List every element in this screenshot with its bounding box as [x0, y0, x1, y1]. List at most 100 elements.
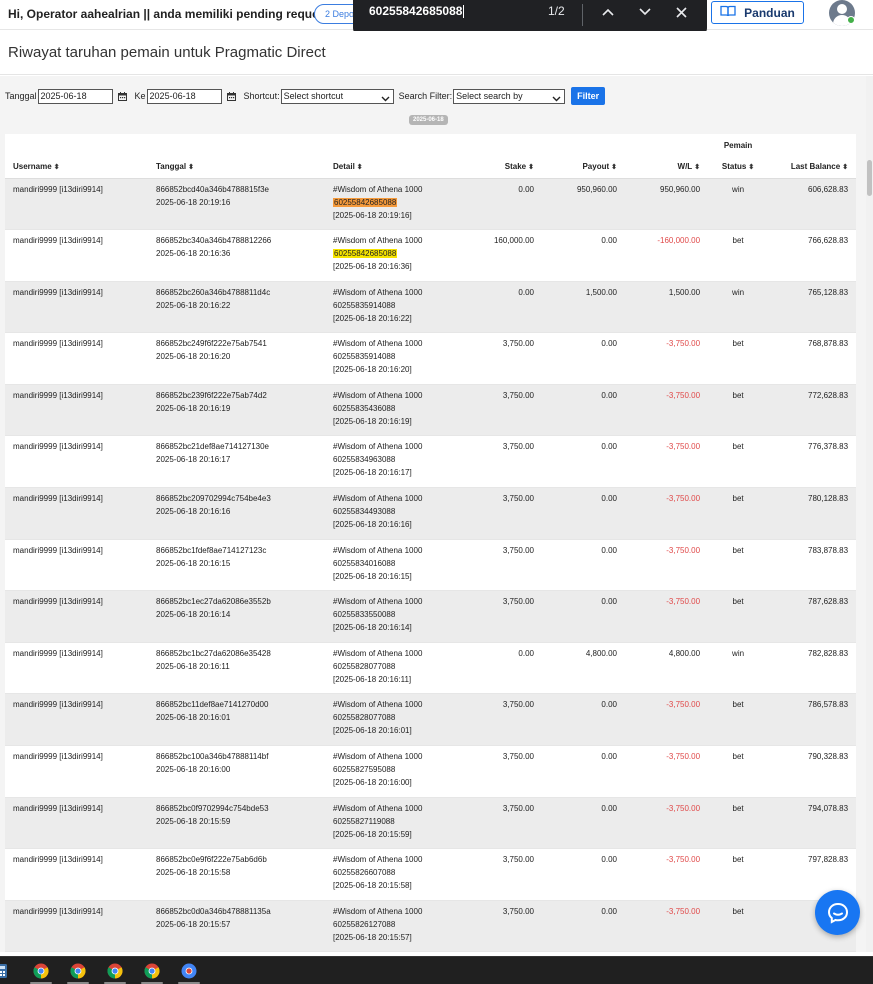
- detail-cell: #Wisdom of Athena 1000 60255842685088 [202…: [325, 178, 465, 231]
- game-name: #Wisdom of Athena 1000: [333, 494, 423, 504]
- round-id[interactable]: 60255827119088: [333, 817, 395, 826]
- chrome-icon[interactable]: [33, 963, 49, 979]
- transaction-date: 2025-06-18 20:16:36: [156, 249, 231, 259]
- to-date-input[interactable]: 2025-06-18: [146, 88, 222, 104]
- last-balance-cell: 787,628.83: [768, 590, 857, 643]
- find-query-text: 60255842685088: [369, 4, 463, 18]
- win-loss-cell: -3,750.00: [625, 590, 709, 643]
- find-input[interactable]: 60255842685088: [369, 4, 465, 19]
- game-name: #Wisdom of Athena 1000: [333, 906, 423, 916]
- round-id[interactable]: 60255835914088: [333, 301, 395, 310]
- win-loss-cell: -3,750.00: [625, 435, 709, 489]
- last-balance-cell: 765,128.83: [768, 281, 857, 334]
- col-payout-header[interactable]: Payout ⬍: [542, 156, 625, 179]
- os-taskbar: [0, 956, 873, 984]
- column-header-label: Stake: [504, 162, 527, 172]
- sort-icon[interactable]: ⬍: [748, 164, 754, 171]
- username-cell: mandiri9999 [i13diri9914]: [5, 281, 148, 334]
- round-id[interactable]: 60255834493088: [333, 507, 395, 516]
- round-id[interactable]: 60255826607088: [333, 868, 395, 877]
- username-cell: mandiri9999 [i13diri9914]: [5, 229, 148, 282]
- sort-icon[interactable]: ⬍: [188, 164, 194, 171]
- filter-button[interactable]: Filter: [571, 87, 606, 105]
- chat-icon[interactable]: [815, 890, 860, 935]
- sort-icon[interactable]: ⬍: [611, 164, 617, 171]
- payout-cell: 0.00: [542, 539, 625, 592]
- transaction-date: 2025-06-18 20:16:22: [156, 300, 231, 310]
- sort-icon[interactable]: ⬍: [694, 164, 700, 171]
- payout-cell: 950,960.00: [542, 178, 625, 231]
- detail-cell: #Wisdom of Athena 1000 60255828077088 [202…: [325, 642, 465, 695]
- table-row: mandiri9999 [i13diri9914] 866852bcd40a346…: [5, 178, 857, 231]
- col-stake-header[interactable]: Stake ⬍: [465, 156, 542, 179]
- transaction-date: 2025-06-18 20:16:15: [156, 558, 231, 568]
- transaction-id: 866852bc1fdef8ae714127123c: [156, 545, 267, 555]
- col-last-balance-header[interactable]: Last Balance ⬍: [768, 156, 857, 179]
- detail-cell: #Wisdom of Athena 1000 60255835436088 [202…: [325, 384, 465, 437]
- date-cell: 866852bc100a346b47888114bf 2025-06-18 20:…: [148, 745, 325, 798]
- detail-cell: #Wisdom of Athena 1000 60255834493088 [202…: [325, 487, 465, 540]
- from-date-input[interactable]: 2025-06-18: [37, 88, 113, 104]
- round-id[interactable]: 60255835914088: [333, 352, 395, 361]
- col-detail-header[interactable]: Detail ⬍: [325, 156, 465, 179]
- chevron-down-icon[interactable]: [634, 1, 656, 23]
- payout-cell: 0.00: [542, 900, 625, 952]
- win-loss-cell: -3,750.00: [625, 332, 709, 385]
- page-scrollbar-thumb[interactable]: [867, 160, 872, 196]
- status-cell: win: [708, 642, 769, 695]
- round-id[interactable]: 60255828077088: [333, 662, 395, 671]
- round-id[interactable]: 60255827595088: [333, 765, 395, 774]
- round-id[interactable]: 60255842685088: [333, 197, 398, 207]
- chevron-down-icon: [381, 93, 390, 106]
- player-group-header: Pemain: [723, 140, 753, 150]
- payout-cell: 0.00: [542, 693, 625, 747]
- stake-cell: 3,750.00: [465, 797, 542, 850]
- table-row: mandiri9999 [i13diri9914] 866852bc100a346…: [5, 745, 857, 798]
- chrome-icon[interactable]: [181, 963, 197, 979]
- calendar-icon[interactable]: [117, 91, 127, 101]
- status-cell: bet: [708, 797, 769, 850]
- round-id[interactable]: 60255834016088: [333, 559, 395, 568]
- chrome-icon[interactable]: [107, 963, 123, 979]
- page-scrollbar[interactable]: [866, 76, 873, 952]
- transaction-id: 866852bc249f6f222e75ab7541: [156, 339, 267, 349]
- round-time: [2025-06-18 20:16:19]: [333, 416, 412, 426]
- chrome-icon[interactable]: [144, 963, 160, 979]
- sort-icon[interactable]: ⬍: [54, 164, 60, 171]
- round-time: [2025-06-18 20:16:20]: [333, 365, 412, 375]
- search-filter-select[interactable]: Select search by: [453, 88, 566, 104]
- payout-cell: 0.00: [542, 332, 625, 385]
- stake-cell: 0.00: [465, 178, 542, 231]
- col-username-header[interactable]: Username ⬍: [5, 156, 148, 179]
- transaction-id: 866852bc21def8ae714127130e: [156, 442, 270, 452]
- round-id[interactable]: 60255842685088: [333, 249, 398, 259]
- close-icon[interactable]: [670, 1, 692, 23]
- guide-button[interactable]: Panduan: [711, 1, 804, 24]
- bet-history-table: Pemain Username ⬍ Tanggal ⬍ Detail ⬍ Stake ⬍ Pay…: [5, 134, 857, 952]
- column-header-label: Status: [721, 162, 747, 172]
- calculator-icon[interactable]: [0, 963, 10, 979]
- filter-bar: Tanggal 2025-06-18 Ke 2025-06-18 Shortcu…: [5, 87, 606, 106]
- round-id[interactable]: 60255835436088: [333, 404, 395, 413]
- round-id[interactable]: 60255826127088: [333, 920, 395, 929]
- round-id[interactable]: 60255828077088: [333, 713, 395, 722]
- sort-icon[interactable]: ⬍: [842, 164, 848, 171]
- col-wl-header[interactable]: W/L ⬍: [625, 156, 709, 179]
- calendar-icon[interactable]: [226, 91, 236, 101]
- stake-cell: 160,000.00: [465, 229, 542, 282]
- last-balance-cell: 772,628.83: [768, 384, 857, 437]
- chevron-up-icon[interactable]: [597, 1, 619, 23]
- game-name: #Wisdom of Athena 1000: [333, 648, 423, 658]
- col-date-header[interactable]: Tanggal ⬍: [148, 156, 325, 179]
- sort-icon[interactable]: ⬍: [528, 164, 534, 171]
- col-status-header[interactable]: Status ⬍: [708, 156, 769, 179]
- username-cell: mandiri9999 [i13diri9914]: [5, 178, 148, 231]
- win-loss-cell: -3,750.00: [625, 539, 709, 592]
- round-id[interactable]: 60255834963088: [333, 455, 395, 464]
- payout-cell: 4,800.00: [542, 642, 625, 695]
- round-id[interactable]: 60255833550088: [333, 610, 395, 619]
- chrome-icon[interactable]: [70, 963, 86, 979]
- shortcut-select[interactable]: Select shortcut: [280, 88, 394, 106]
- sort-icon[interactable]: ⬍: [357, 164, 363, 171]
- page-title: Riwayat taruhan pemain untuk Pragmatic D…: [8, 44, 326, 61]
